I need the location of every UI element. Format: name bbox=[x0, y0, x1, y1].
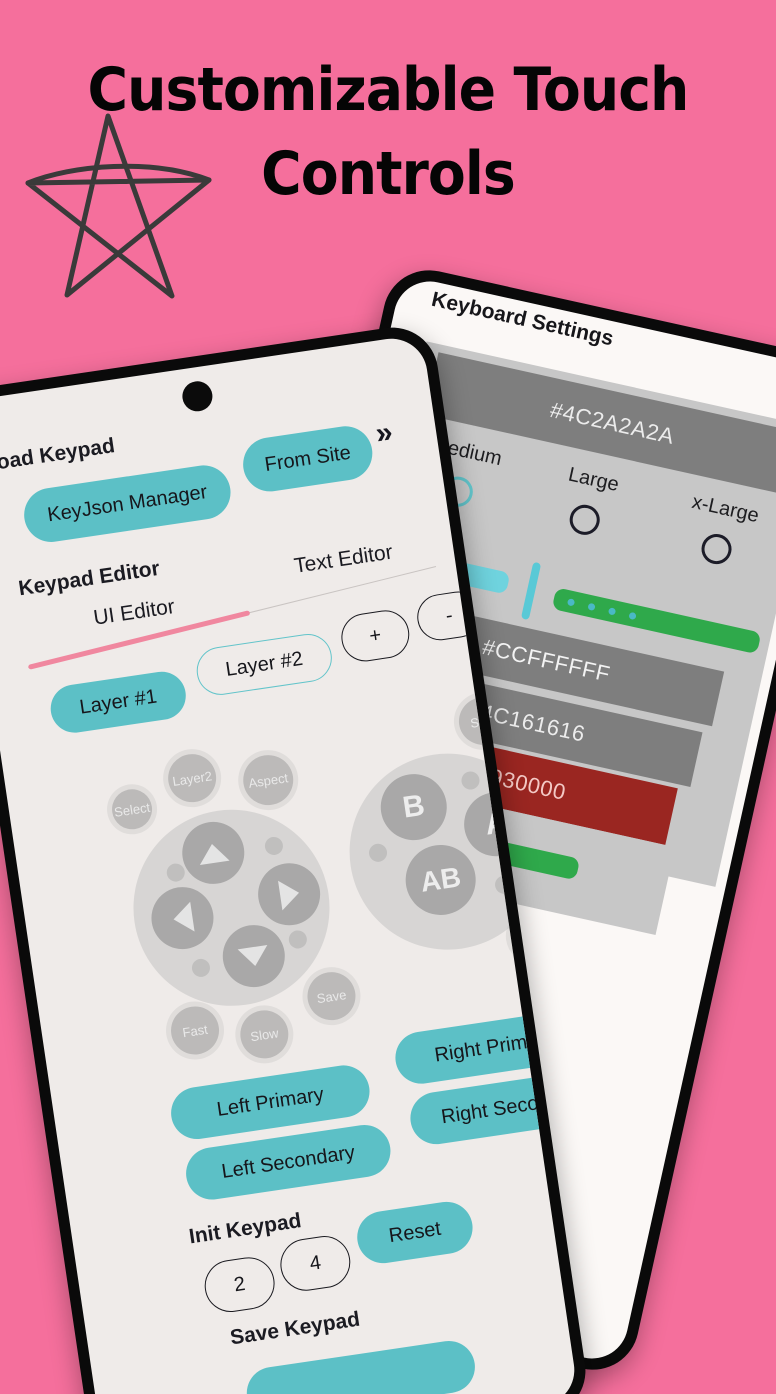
save-keypad-button[interactable] bbox=[243, 1337, 479, 1394]
slider-dot bbox=[587, 602, 596, 611]
section-init-keypad: Init Keypad bbox=[187, 1209, 303, 1249]
size-option-xlarge-radio[interactable] bbox=[698, 531, 735, 567]
layer-add-button[interactable]: + bbox=[338, 607, 413, 665]
gamepad-button-select[interactable]: Select bbox=[109, 786, 155, 832]
gamepad-button-layer2[interactable]: Layer2 bbox=[164, 750, 220, 806]
gamepad-button-fast[interactable]: Fast bbox=[167, 1003, 223, 1058]
tab-ui-editor[interactable]: UI Editor bbox=[92, 595, 176, 631]
layer-2-button[interactable]: Layer #2 bbox=[193, 630, 336, 699]
up-arrow-icon bbox=[197, 841, 230, 865]
init-button-2[interactable]: 2 bbox=[201, 1253, 279, 1316]
editor-tabbar: UI Editor Text Editor bbox=[0, 334, 444, 670]
init-button-4[interactable]: 4 bbox=[276, 1232, 354, 1295]
section-save-keypad: Save Keypad bbox=[228, 1307, 362, 1350]
reset-button[interactable]: Reset bbox=[353, 1198, 477, 1267]
left-arrow-icon bbox=[170, 901, 195, 935]
tab-text-editor[interactable]: Text Editor bbox=[293, 541, 395, 579]
gamepad-button-save[interactable]: Save bbox=[304, 968, 359, 1024]
layer-1-button[interactable]: Layer #1 bbox=[47, 668, 190, 736]
slider-divider bbox=[520, 561, 542, 621]
keyjson-manager-button[interactable]: KeyJson Manager bbox=[20, 461, 235, 546]
down-arrow-icon bbox=[237, 944, 271, 968]
star-doodle-icon bbox=[25, 113, 212, 299]
gamepad-button-slow[interactable]: Slow bbox=[237, 1007, 292, 1062]
gamepad-button-aspect[interactable]: Aspect bbox=[239, 751, 297, 809]
section-keypad-editor: Keypad Editor bbox=[16, 556, 162, 601]
expand-chevron-icon[interactable]: » bbox=[373, 415, 394, 451]
from-site-button[interactable]: From Site bbox=[239, 422, 376, 496]
slider-dot bbox=[566, 597, 576, 607]
slider-dot bbox=[607, 606, 617, 616]
size-option-large-radio[interactable] bbox=[566, 501, 603, 538]
right-arrow-icon bbox=[277, 878, 301, 911]
keyboard-settings-title: Keyboard Settings bbox=[429, 287, 616, 351]
section-load-keypad: Load Keypad bbox=[0, 434, 117, 477]
slider-dot bbox=[628, 611, 637, 620]
